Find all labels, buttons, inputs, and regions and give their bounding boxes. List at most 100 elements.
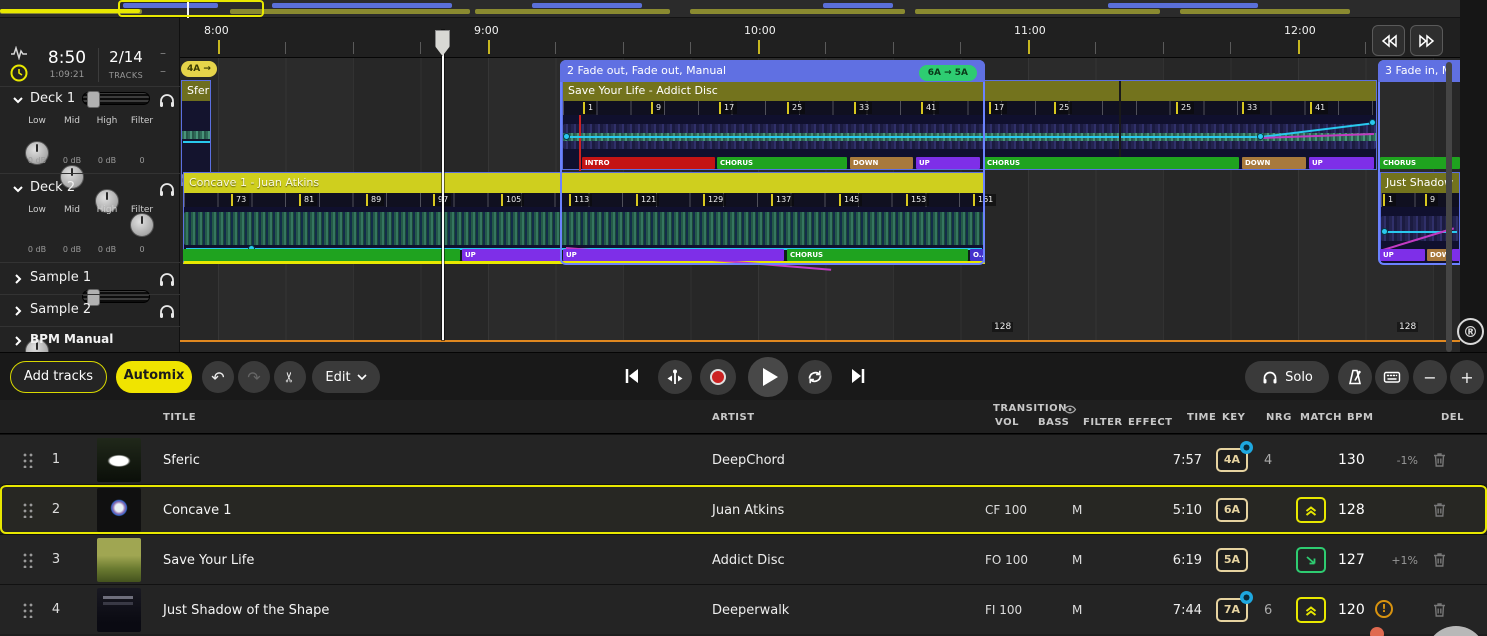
jump-to-playhead-button[interactable] [658, 360, 692, 394]
repeat-icon [805, 367, 825, 387]
collapse-dash[interactable]: – [160, 66, 166, 76]
headphones-icon[interactable] [157, 90, 177, 110]
drag-handle-icon[interactable] [22, 502, 34, 518]
volume-automation-line[interactable] [183, 141, 210, 143]
playhead-line [442, 30, 444, 340]
col-vol[interactable]: VOL [995, 417, 1019, 428]
transition-filter[interactable]: M [1072, 503, 1082, 517]
sample1-label[interactable]: Sample 1 [30, 270, 91, 285]
col-del[interactable]: DEL [1441, 412, 1464, 423]
delete-track-button[interactable] [1432, 551, 1447, 572]
delete-track-button[interactable] [1432, 601, 1447, 622]
track-bpm: 128 [1338, 502, 1365, 518]
headphones-icon[interactable] [157, 269, 177, 289]
automation-node[interactable] [1369, 119, 1376, 126]
chevron-right-icon[interactable] [14, 305, 22, 317]
vertical-scrollbar[interactable] [1446, 62, 1452, 352]
key-badge[interactable]: 5A [1216, 548, 1248, 572]
minimap-viewport[interactable] [118, 0, 264, 17]
match-indicator[interactable] [1296, 597, 1326, 623]
split-button[interactable]: ✂ [274, 361, 306, 393]
chevron-right-icon[interactable] [14, 273, 22, 285]
loop-button[interactable] [798, 360, 832, 394]
transition-filter[interactable]: M [1072, 603, 1082, 617]
deck1-filter-knob[interactable] [130, 213, 154, 237]
timeline-minimap[interactable] [0, 0, 1460, 18]
automix-button[interactable]: Automix [116, 361, 192, 393]
col-nrg[interactable]: NRG [1266, 412, 1292, 423]
col-transition[interactable]: TRANSITION [993, 403, 1067, 414]
headphones-icon[interactable] [157, 179, 177, 199]
redo-button[interactable]: ↷ [238, 361, 270, 393]
automation-node[interactable] [1257, 133, 1264, 140]
col-match[interactable]: MATCH [1300, 412, 1342, 423]
col-key[interactable]: KEY [1222, 412, 1245, 423]
transition-vol[interactable]: CF 100 [985, 503, 1027, 517]
skip-to-end-button[interactable] [848, 366, 868, 390]
zoom-in-button[interactable]: + [1450, 360, 1484, 394]
record-button[interactable] [700, 359, 736, 395]
col-title[interactable]: TITLE [163, 412, 196, 423]
drag-handle-icon[interactable] [22, 452, 34, 468]
col-bpm[interactable]: BPM [1347, 412, 1373, 423]
skip-to-start-button[interactable] [622, 366, 642, 390]
deck1-label[interactable]: Deck 1 [30, 91, 75, 106]
transition-block-2[interactable]: 2 Fade out, Fade out, Manual 6A → 5A [560, 60, 985, 265]
edit-menu-button[interactable]: Edit [312, 361, 380, 393]
match-indicator[interactable] [1296, 547, 1326, 573]
track-row-3[interactable]: 3 Save Your Life Addict Disc FO 100 M 6:… [0, 534, 1487, 584]
play-button[interactable] [748, 357, 788, 397]
timeline-arrangement[interactable]: 8:00 9:00 10:00 11:00 12:00 4A → Sfer [180, 18, 1460, 352]
transition-vol[interactable]: FO 100 [985, 553, 1028, 567]
headphones-icon[interactable] [157, 301, 177, 321]
track-row-2-selected[interactable]: 2 Concave 1 Juan Atkins CF 100 M 5:10 6A… [0, 484, 1487, 534]
col-bass[interactable]: BASS [1038, 417, 1069, 428]
minimap-track-bar [690, 9, 905, 14]
minimap-track-bar [475, 9, 670, 14]
drag-handle-icon[interactable] [22, 552, 34, 568]
delete-track-button[interactable] [1432, 451, 1447, 472]
add-tracks-button[interactable]: Add tracks [10, 361, 107, 393]
metronome-button[interactable] [1338, 360, 1372, 394]
delete-track-button[interactable] [1432, 501, 1447, 522]
col-filter[interactable]: FILTER [1083, 417, 1123, 428]
bpm-manual-label[interactable]: BPM Manual [30, 332, 113, 346]
drag-handle-icon[interactable] [22, 602, 34, 618]
key-change-pill: 6A → 5A [919, 65, 977, 81]
registered-logo: ® [1457, 318, 1484, 345]
undo-button[interactable]: ↶ [202, 361, 234, 393]
chevron-down-icon[interactable] [12, 185, 24, 193]
col-effect[interactable]: EFFECT [1128, 417, 1172, 428]
collapse-dash[interactable]: – [160, 48, 166, 58]
knob-value: 0 dB [22, 156, 52, 165]
scissors-icon: ✂ [282, 371, 298, 383]
solo-button[interactable]: Solo [1245, 361, 1329, 393]
deck2-volume-slider[interactable] [82, 290, 150, 303]
skip-forward-button[interactable] [1410, 25, 1443, 56]
col-artist[interactable]: ARTIST [712, 412, 755, 423]
eye-icon[interactable] [1063, 404, 1077, 415]
knob-value: 0 [127, 245, 157, 254]
track-row-1[interactable]: 1 Sferic DeepChord 7:57 4A 4 130 -1% [0, 434, 1487, 484]
chevron-right-icon[interactable] [14, 335, 22, 347]
key-badge[interactable]: 6A [1216, 498, 1248, 522]
chevron-down-icon[interactable] [12, 96, 24, 104]
mixer-sidebar: 8:50 1:09:21 2/14 TRACKS – – Deck 1 Low … [0, 18, 180, 352]
skip-back-button[interactable] [1372, 25, 1405, 56]
track-row-4[interactable]: 4 Just Shadow of the Shape Deeperwalk FI… [0, 584, 1487, 634]
skip-start-icon [622, 366, 642, 386]
shortcuts-button[interactable] [1375, 360, 1409, 394]
transition-filter[interactable]: M [1072, 553, 1082, 567]
bpm-automation-line[interactable] [180, 340, 1460, 342]
divider [98, 48, 99, 82]
time-ruler[interactable]: 8:00 9:00 10:00 11:00 12:00 [180, 18, 1460, 58]
sample2-label[interactable]: Sample 2 [30, 302, 91, 317]
transition-vol[interactable]: FI 100 [985, 603, 1022, 617]
deck2-label[interactable]: Deck 2 [30, 180, 75, 195]
clip-sferic[interactable]: Sfer UTRO [181, 80, 211, 186]
zoom-out-button[interactable]: − [1413, 360, 1447, 394]
col-time[interactable]: TIME [1187, 412, 1216, 423]
match-indicator[interactable] [1296, 497, 1326, 523]
deck1-volume-slider[interactable] [82, 92, 150, 105]
knob-label: Filter [128, 116, 156, 126]
